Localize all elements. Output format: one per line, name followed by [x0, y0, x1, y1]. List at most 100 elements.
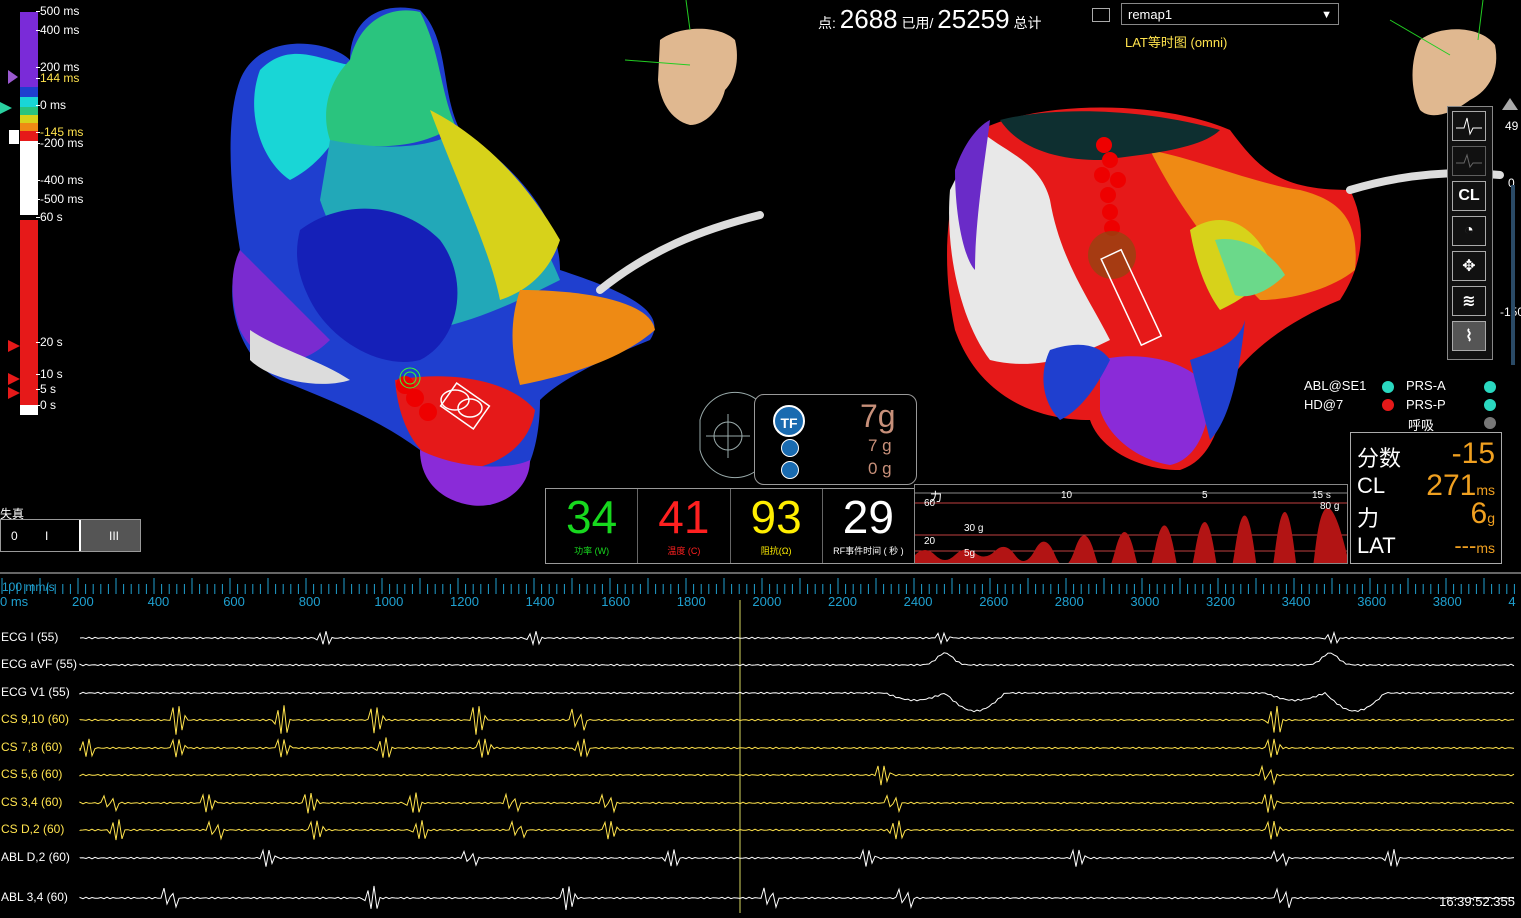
cl-row: CL 271ms — [1357, 469, 1495, 502]
pace-value: 0 — [11, 529, 18, 543]
waveform-icon — [1456, 117, 1482, 136]
scale-tick-label: 20 s — [36, 335, 63, 349]
temperature-cell: 41 温度 (C) — [638, 489, 731, 563]
channel-label[interactable]: ECG V1 (55) — [1, 685, 70, 699]
status-dot-icon — [1484, 417, 1496, 429]
force-lateral-icon — [781, 461, 799, 479]
scale-marker-green-icon[interactable] — [0, 102, 12, 114]
force-ref-label: 5g — [964, 548, 976, 559]
status-dot-icon — [1484, 381, 1496, 393]
force-unit: g — [1487, 510, 1495, 526]
tf-badge[interactable]: TF — [773, 405, 805, 437]
lat-row: LAT ---ms — [1357, 533, 1495, 559]
channel-label[interactable]: ECG aVF (55) — [1, 657, 77, 671]
status-dot-icon — [1484, 399, 1496, 411]
tool-palette: CL ◔ ✥ ≋ ⌇ — [1447, 106, 1493, 360]
impedance-label: 阻抗(Ω) — [760, 546, 792, 556]
scale-marker-red-10s-icon[interactable] — [8, 373, 20, 385]
move-arrows-icon: ✥ — [1462, 258, 1476, 275]
contact-force-axial: 7 g — [868, 436, 892, 455]
power-cell: 34 功率 (W) — [546, 489, 639, 563]
channel-label[interactable]: CS 5,6 (60) — [1, 767, 62, 781]
force-graph-x-label: 15 s — [1312, 490, 1331, 501]
channel-label[interactable]: ECG I (55) — [1, 630, 58, 644]
speedometer-button[interactable]: ◔ — [1452, 216, 1486, 246]
pace-value: III — [109, 529, 120, 543]
force-ref-label: 80 g — [1320, 501, 1340, 512]
signal-button[interactable]: ≋ — [1452, 286, 1486, 316]
channel-label[interactable]: ABL D,2 (60) — [1, 850, 70, 864]
channel-label[interactable]: ABL 3,4 (60) — [1, 890, 68, 904]
impedance-cell: 93 阻抗(Ω) — [731, 489, 823, 563]
sweep-speed: 100 mm/s — [2, 580, 55, 594]
contact-force-value: 7g — [860, 398, 896, 434]
score-value: -15 — [1451, 437, 1495, 470]
ablation-panel: 34 功率 (W) 41 温度 (C) 93 阻抗(Ω) 29 RF事件时间 (… — [545, 488, 915, 564]
timestamp: 16:39:52.355 — [1439, 894, 1515, 909]
power-value: 34 — [566, 491, 618, 543]
metrics-panel: 分数 -15 CL 271ms 力 6g LAT ---ms — [1350, 432, 1502, 564]
point-counter: 点: 2688 已用/ 25259 总计 — [818, 4, 1042, 35]
catheter-button[interactable]: ⌇ — [1452, 321, 1486, 351]
catheter-hd[interactable]: HD@7 — [1304, 397, 1343, 412]
pace-value: I — [45, 529, 49, 543]
scale-tick-label: 400 ms — [35, 23, 80, 37]
impedance-value: 93 — [750, 491, 802, 543]
traces-canvas — [79, 600, 1515, 913]
points-label: 点: — [818, 15, 836, 31]
temperature-label: 温度 (C) — [667, 546, 701, 556]
scale-tick-label: 10 s — [36, 367, 63, 381]
channel-label[interactable]: CS D,2 (60) — [1, 822, 64, 836]
scale-tick-label: 5 s — [35, 382, 57, 396]
scale-marker-white-icon[interactable] — [9, 130, 19, 144]
move-button[interactable]: ✥ — [1452, 251, 1486, 281]
channel-label[interactable]: CS 3,4 (60) — [1, 795, 62, 809]
force-graph-y-label: 20 — [924, 536, 936, 547]
channel-label[interactable]: CS 7,8 (60) — [1, 740, 62, 754]
right-slider[interactable] — [1511, 185, 1515, 365]
lat-label: LAT — [1357, 533, 1396, 558]
triangle-icon[interactable] — [1502, 98, 1518, 110]
power-label: 功率 (W) — [574, 546, 610, 556]
contact-force-lateral: 0 g — [868, 459, 892, 478]
total-value: 25259 — [937, 4, 1010, 34]
force-label: 力 — [1357, 506, 1380, 531]
cl-button[interactable]: CL — [1452, 181, 1486, 211]
points-value: 2688 — [839, 4, 898, 34]
lat-color-scale[interactable] — [20, 12, 38, 415]
signal-wave-icon: ≋ — [1462, 293, 1476, 310]
scale-marker-red-20s-icon[interactable] — [8, 340, 20, 352]
waveform-dim-button[interactable] — [1452, 146, 1486, 176]
force-value: 6 — [1470, 497, 1488, 530]
scale-tick-label: 144 ms — [35, 71, 80, 85]
catheter-abl[interactable]: ABL@SE1 — [1304, 378, 1366, 393]
scale-marker-red-5s-icon[interactable] — [8, 387, 20, 399]
scale-tick-label: -200 ms — [35, 136, 84, 150]
used-label: 已用/ — [901, 15, 934, 31]
map-layout-icon[interactable] — [1092, 8, 1110, 22]
score-label: 分数 — [1357, 446, 1402, 471]
gauge-icon: ◔ — [1464, 222, 1474, 239]
rf-time-cell: 29 RF事件时间 ( 秒 ) — [823, 489, 914, 563]
rf-time-label: RF事件时间 ( 秒 ) — [833, 546, 904, 556]
channel-label[interactable]: CS 9,10 (60) — [1, 712, 69, 726]
scale-tick-label: 60 s — [36, 210, 63, 224]
scale-tick-label: 0 ms — [35, 98, 67, 112]
scale-tick-label: -400 ms — [35, 173, 84, 187]
force-graph-x-label: 5 — [1202, 490, 1208, 501]
prs-a-label[interactable]: PRS-A — [1406, 378, 1446, 393]
map-select[interactable]: remap1 ▼ — [1121, 3, 1339, 25]
ecg-waveform-button[interactable] — [1452, 111, 1486, 141]
lat-unit: ms — [1476, 540, 1495, 556]
force-row: 力 6g — [1357, 497, 1495, 533]
signal-traces[interactable]: ECG I (55) ECG aVF (55) ECG V1 (55) CS 9… — [0, 600, 1521, 913]
chevron-down-icon: ▼ — [1321, 9, 1332, 21]
pace-selector[interactable]: 0 I III — [0, 519, 141, 552]
force-ref-label: 30 g — [964, 523, 984, 534]
temperature-value: 41 — [658, 491, 710, 543]
prs-p-dot-icon — [1382, 399, 1394, 411]
prs-p-label[interactable]: PRS-P — [1406, 397, 1446, 412]
map-type-label: LAT等时图 (omni) — [1125, 35, 1228, 50]
waveform-dim-icon — [1456, 153, 1482, 169]
right-orientation-torso-icon — [1389, 0, 1497, 116]
